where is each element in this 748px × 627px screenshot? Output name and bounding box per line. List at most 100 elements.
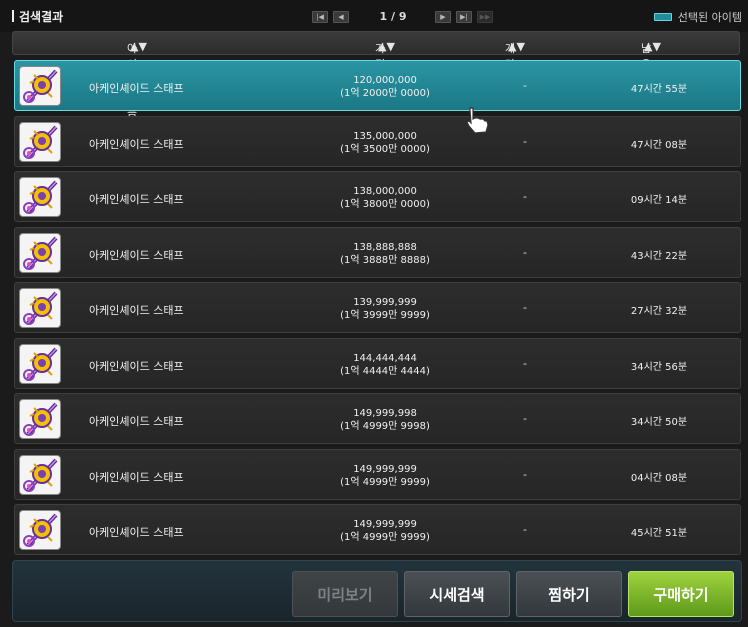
price-number: 149,999,999 bbox=[353, 464, 417, 475]
results-list: 아케인셰이드 스태프 120,000,000 (1억 2000만 0000) -… bbox=[12, 56, 743, 555]
sort-icon: ▲▼ bbox=[378, 40, 395, 53]
result-row[interactable]: 아케인셰이드 스태프 138,000,000 (1억 3800만 0000) -… bbox=[14, 171, 741, 222]
results-title-text: 검색결과 bbox=[19, 10, 64, 24]
item-name: 아케인셰이드 스태프 bbox=[89, 415, 184, 428]
staff-item-icon bbox=[19, 288, 61, 328]
item-unit-price: - bbox=[523, 412, 527, 425]
price-number: 149,999,999 bbox=[353, 519, 417, 530]
item-name: 아케인셰이드 스태프 bbox=[89, 304, 184, 317]
staff-item-icon bbox=[19, 177, 61, 217]
selected-item-legend: 선택된 아이템 bbox=[653, 9, 742, 25]
total-pages: 9 bbox=[398, 10, 407, 23]
price-number: 139,999,999 bbox=[353, 297, 417, 308]
first-page-button[interactable]: |◀ bbox=[312, 10, 328, 23]
next-ten-pages-button[interactable]: ▶| bbox=[456, 10, 472, 23]
price-korean: (1억 3500만 0000) bbox=[340, 144, 430, 155]
item-remaining-time: 43시간 22분 bbox=[630, 251, 688, 262]
item-unit-price: - bbox=[523, 301, 527, 314]
item-remaining-time: 34시간 56분 bbox=[630, 362, 688, 373]
selected-color-swatch bbox=[653, 13, 672, 21]
item-price: 138,888,888 (1억 3888만 8888) bbox=[315, 241, 455, 267]
item-price: 144,444,444 (1억 4444만 4444) bbox=[315, 352, 455, 378]
result-row[interactable]: 아케인셰이드 스태프 138,888,888 (1억 3888만 8888) -… bbox=[14, 227, 741, 278]
item-remaining-time: 47시간 55분 bbox=[630, 84, 688, 95]
item-name: 아케인셰이드 스태프 bbox=[89, 138, 184, 151]
current-page: 1 bbox=[379, 10, 388, 23]
item-remaining-time: 47시간 08분 bbox=[630, 140, 688, 151]
sort-icon: ▲▼ bbox=[508, 40, 525, 53]
result-row[interactable]: 아케인셰이드 스태프 149,999,999 (1억 4999만 9999) -… bbox=[14, 449, 741, 500]
item-unit-price: - bbox=[523, 190, 527, 203]
price-korean: (1억 4999만 9998) bbox=[340, 421, 430, 432]
price-number: 138,000,000 bbox=[353, 186, 417, 197]
item-price: 149,999,999 (1억 4999만 9999) bbox=[315, 463, 455, 489]
item-remaining-time: 09시간 14분 bbox=[630, 195, 688, 206]
item-unit-price: - bbox=[523, 523, 527, 536]
price-number: 120,000,000 bbox=[353, 75, 417, 86]
page-indicator: 1 / 9 bbox=[379, 10, 407, 23]
staff-item-icon bbox=[19, 344, 61, 384]
staff-item-icon bbox=[19, 233, 61, 273]
price-number: 149,999,998 bbox=[353, 408, 417, 419]
preview-button[interactable]: 미리보기 bbox=[292, 571, 398, 617]
price-korean: (1억 4999만 9999) bbox=[340, 477, 430, 488]
item-name: 아케인셰이드 스태프 bbox=[89, 471, 184, 484]
hand-cursor-icon bbox=[466, 107, 489, 134]
price-korean: (1억 2000만 0000) bbox=[340, 88, 430, 99]
market-search-button[interactable]: 시세검색 bbox=[404, 571, 510, 617]
price-number: 138,888,888 bbox=[353, 242, 417, 253]
item-price: 139,999,999 (1억 3999만 9999) bbox=[315, 296, 455, 322]
scrollbar[interactable] bbox=[742, 56, 746, 554]
result-row[interactable]: 아케인셰이드 스태프 149,999,999 (1억 4999만 9999) -… bbox=[14, 504, 741, 555]
staff-item-icon bbox=[19, 122, 61, 162]
result-row[interactable]: 아케인셰이드 스태프 139,999,999 (1억 3999만 9999) -… bbox=[14, 282, 741, 333]
result-row[interactable]: 아케인셰이드 스태프 135,000,000 (1억 3500만 0000) -… bbox=[14, 116, 741, 167]
item-name: 아케인셰이드 스태프 bbox=[89, 360, 184, 373]
item-name: 아케인셰이드 스태프 bbox=[89, 193, 184, 206]
price-korean: (1억 3999만 9999) bbox=[340, 310, 430, 321]
result-row[interactable]: 아케인셰이드 스태프 120,000,000 (1억 2000만 0000) -… bbox=[14, 60, 741, 111]
action-bar: 미리보기 시세검색 찜하기 구매하기 bbox=[12, 560, 742, 622]
staff-item-icon bbox=[19, 455, 61, 495]
item-price: 149,999,998 (1억 4999만 9998) bbox=[315, 407, 455, 433]
price-korean: (1억 3888만 8888) bbox=[340, 255, 430, 266]
results-header: 검색결과 |◀ ◀ 1 / 9 ▶ ▶| ▶▶ 선택된 아이템 bbox=[0, 0, 748, 32]
wishlist-button[interactable]: 찜하기 bbox=[516, 571, 622, 617]
item-price: 149,999,999 (1억 4999만 9999) bbox=[315, 518, 455, 544]
price-korean: (1억 4999만 9999) bbox=[340, 532, 430, 543]
item-price: 120,000,000 (1억 2000만 0000) bbox=[315, 74, 455, 100]
price-number: 135,000,000 bbox=[353, 131, 417, 142]
item-unit-price: - bbox=[523, 79, 527, 92]
item-price: 138,000,000 (1억 3800만 0000) bbox=[315, 185, 455, 211]
result-row[interactable]: 아케인셰이드 스태프 144,444,444 (1억 4444만 4444) -… bbox=[14, 338, 741, 389]
staff-item-icon bbox=[19, 66, 61, 106]
prev-page-button[interactable]: ◀ bbox=[333, 10, 349, 23]
item-name: 아케인셰이드 스태프 bbox=[89, 82, 184, 95]
price-korean: (1억 4444만 4444) bbox=[340, 366, 430, 377]
item-unit-price: - bbox=[523, 135, 527, 148]
column-headers: 아이템 이름▲▼ 가격▲▼ 개당 가격▲▼ 남은시간▲▼ bbox=[12, 31, 740, 119]
pagination: |◀ ◀ 1 / 9 ▶ ▶| ▶▶ bbox=[312, 10, 498, 23]
result-row[interactable]: 아케인셰이드 스태프 149,999,998 (1억 4999만 9998) -… bbox=[14, 393, 741, 444]
results-title: 검색결과 bbox=[12, 8, 63, 25]
price-korean: (1억 3800만 0000) bbox=[340, 199, 430, 210]
legend-label: 선택된 아이템 bbox=[677, 11, 742, 24]
price-number: 144,444,444 bbox=[353, 353, 417, 364]
last-page-button[interactable]: ▶▶ bbox=[477, 10, 493, 23]
item-remaining-time: 45시간 51분 bbox=[630, 528, 688, 539]
item-remaining-time: 34시간 50분 bbox=[630, 417, 688, 428]
item-remaining-time: 04시간 08분 bbox=[630, 473, 688, 484]
sort-icon: ▲▼ bbox=[130, 40, 147, 53]
auction-window: 검색결과 |◀ ◀ 1 / 9 ▶ ▶| ▶▶ 선택된 아이템 아이템 이름▲▼… bbox=[0, 0, 748, 627]
item-remaining-time: 27시간 32분 bbox=[630, 306, 688, 317]
item-price: 135,000,000 (1억 3500만 0000) bbox=[315, 130, 455, 156]
staff-item-icon bbox=[19, 510, 61, 550]
item-name: 아케인셰이드 스태프 bbox=[89, 249, 184, 262]
item-unit-price: - bbox=[523, 357, 527, 370]
sort-icon: ▲▼ bbox=[644, 40, 661, 53]
item-name: 아케인셰이드 스태프 bbox=[89, 526, 184, 539]
buy-button[interactable]: 구매하기 bbox=[628, 571, 734, 617]
item-unit-price: - bbox=[523, 468, 527, 481]
staff-item-icon bbox=[19, 399, 61, 439]
next-page-button[interactable]: ▶ bbox=[435, 10, 451, 23]
